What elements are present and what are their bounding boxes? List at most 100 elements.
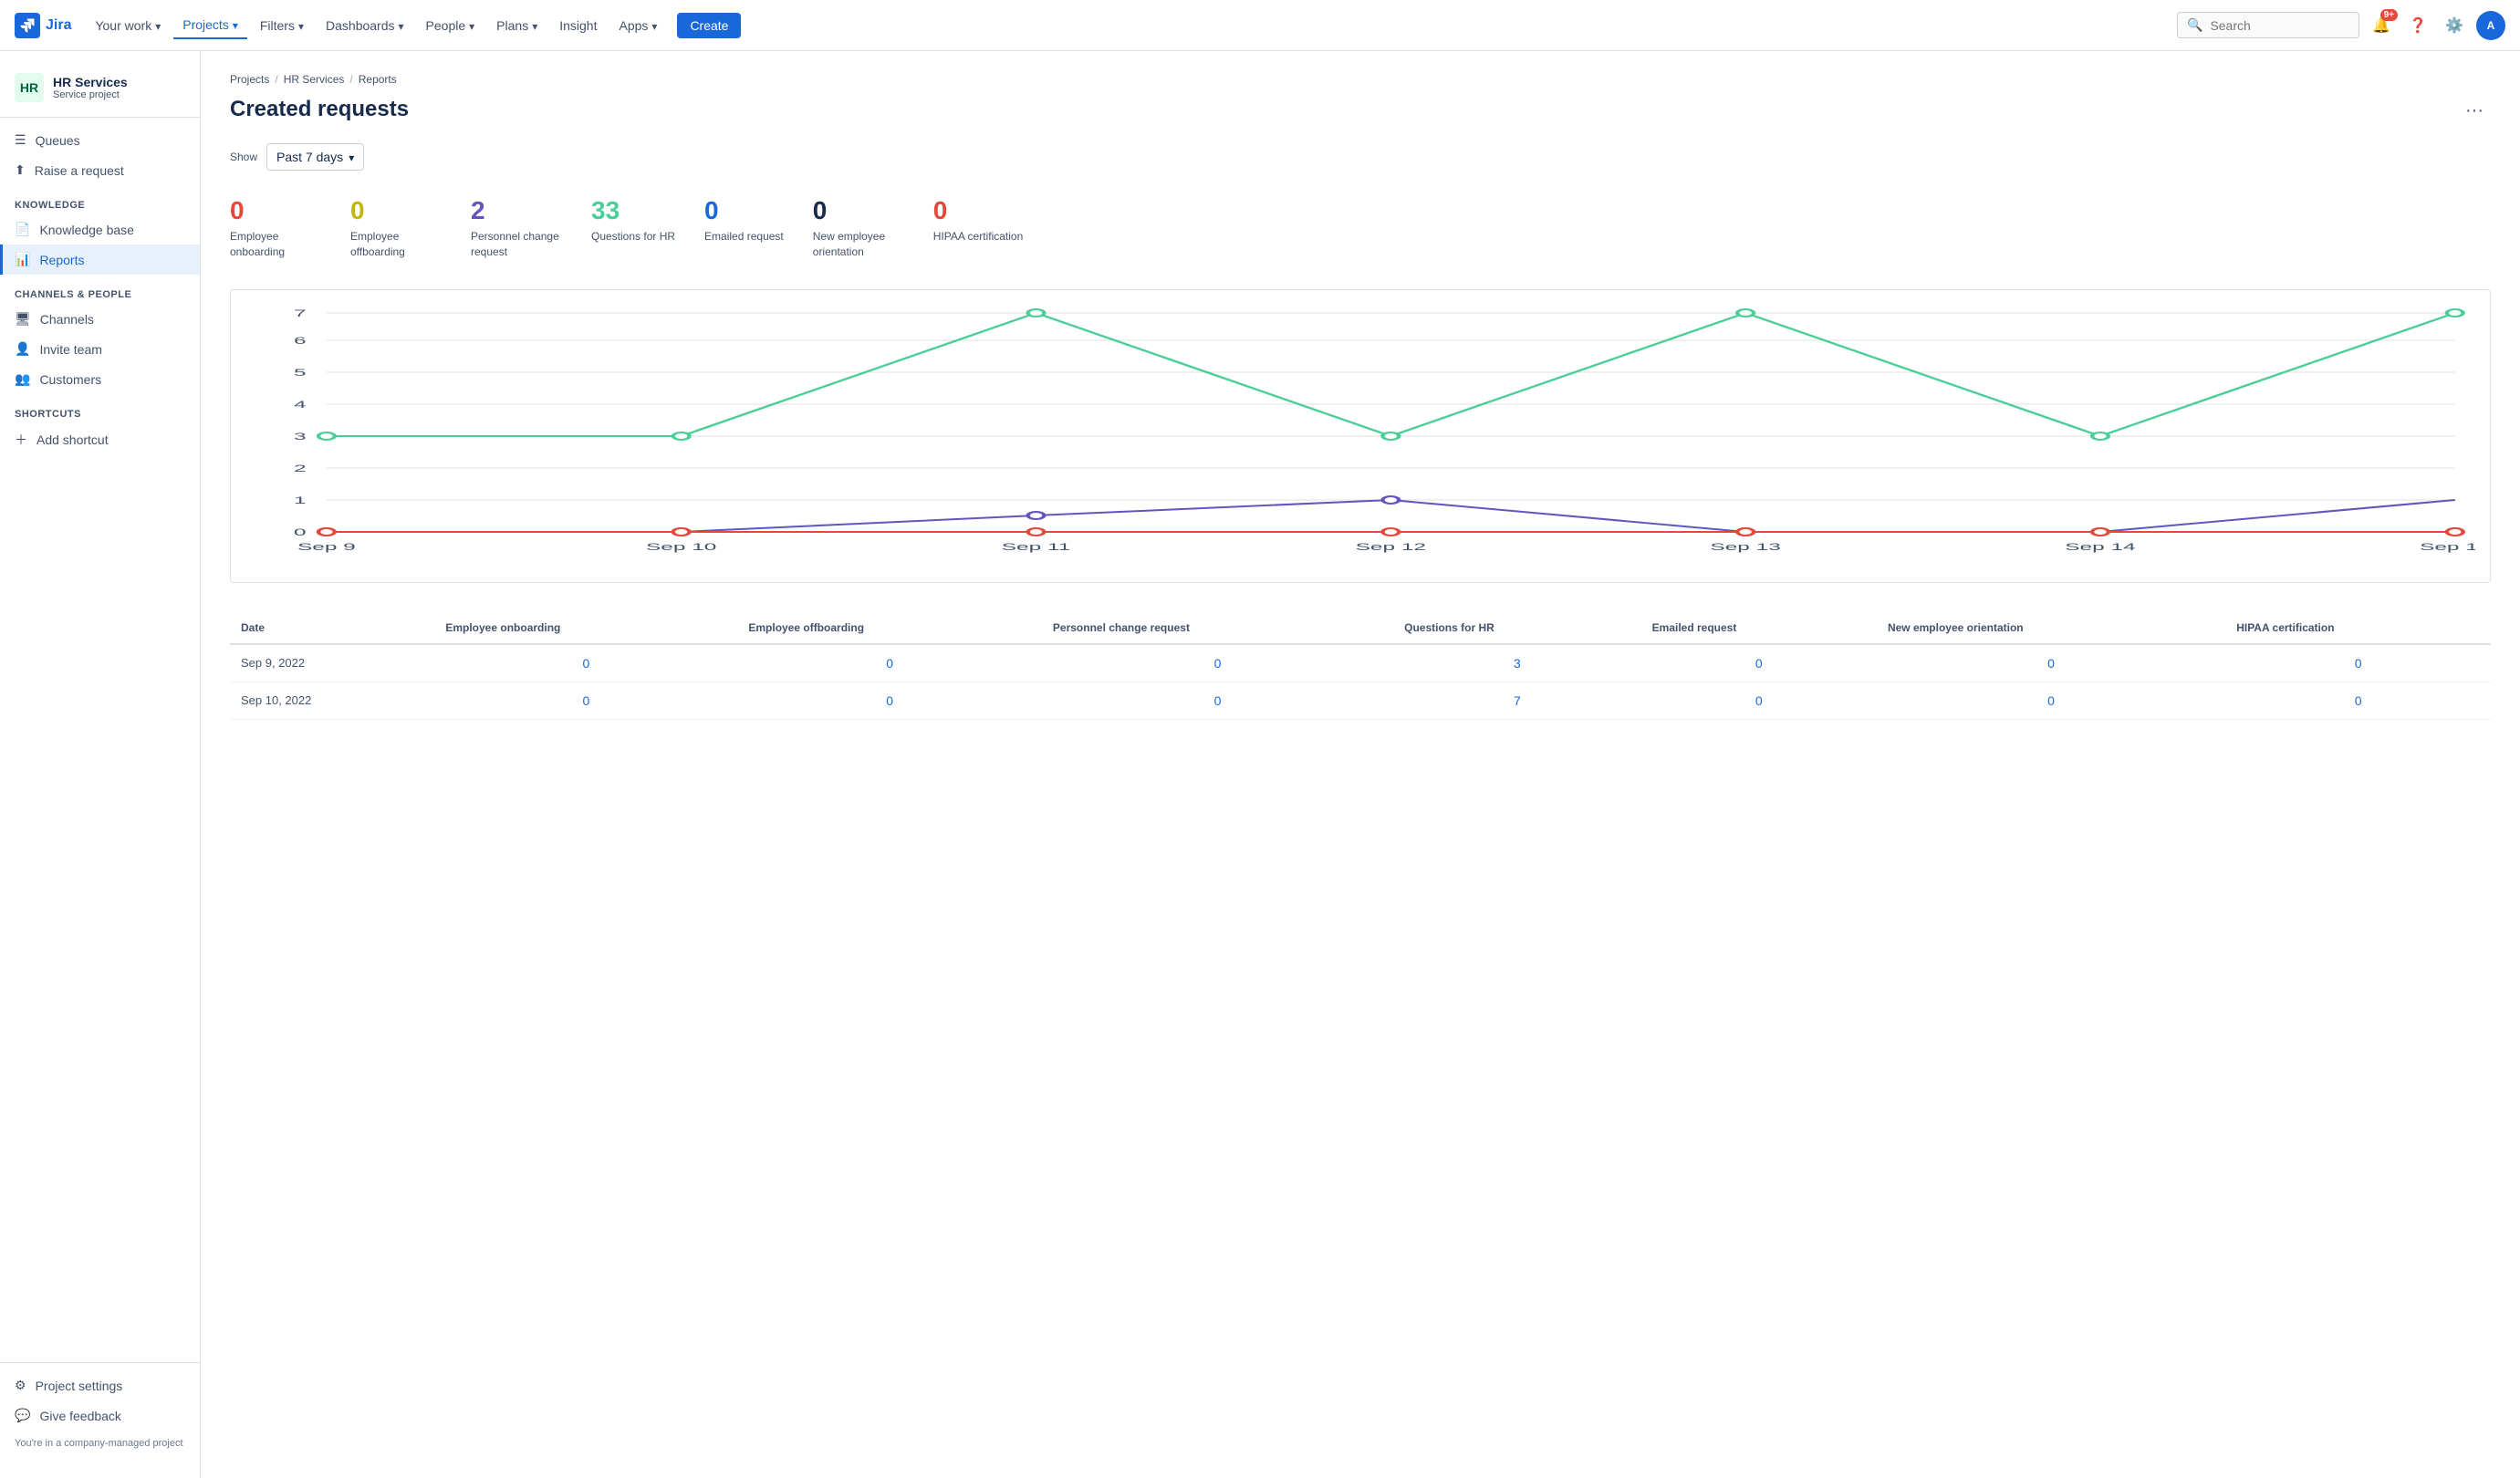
sidebar-item-raise-request[interactable]: ⬆ Raise a request bbox=[0, 155, 200, 185]
breadcrumb: Projects / HR Services / Reports bbox=[230, 73, 2491, 86]
nav-your-work[interactable]: Your work bbox=[86, 13, 170, 38]
nav-plans[interactable]: Plans bbox=[487, 13, 547, 38]
data-table: Date Employee onboarding Employee offboa… bbox=[230, 612, 2491, 720]
knowledge-section-label: KNOWLEDGE bbox=[0, 185, 200, 214]
search-input[interactable] bbox=[2210, 18, 2347, 33]
stat-emailed-request-number: 0 bbox=[704, 196, 784, 225]
svg-text:3: 3 bbox=[294, 431, 307, 442]
show-label: Show bbox=[230, 151, 257, 163]
customers-label: Customers bbox=[39, 372, 101, 387]
sidebar-item-queues[interactable]: ☰ Queues bbox=[0, 125, 200, 155]
queues-icon: ☰ bbox=[15, 132, 26, 148]
svg-text:Sep 9: Sep 9 bbox=[297, 541, 356, 552]
sidebar-item-project-settings[interactable]: ⚙ Project settings bbox=[0, 1370, 200, 1400]
channels-icon: 🖥 bbox=[15, 311, 31, 327]
give-feedback-label: Give feedback bbox=[39, 1409, 121, 1423]
col-emailed-request: Emailed request bbox=[1641, 612, 1877, 644]
row-1-new-emp: 0 bbox=[1877, 644, 2225, 682]
nav-apps[interactable]: Apps bbox=[609, 13, 666, 38]
row-1-offboarding: 0 bbox=[737, 644, 1042, 682]
sidebar-item-reports[interactable]: 📊 Reports bbox=[0, 245, 200, 275]
stat-personnel-change-label: Personnel change request bbox=[471, 229, 562, 260]
row-1-hipaa: 0 bbox=[2225, 644, 2491, 682]
breadcrumb-sep-2: / bbox=[349, 73, 352, 86]
logo[interactable]: Jira bbox=[15, 13, 71, 38]
svg-text:6: 6 bbox=[294, 335, 307, 346]
channels-people-section-label: CHANNELS & PEOPLE bbox=[0, 275, 200, 304]
chart-area: 0 1 2 3 4 5 6 7 8 Sep 9 Sep 10 Sep 11 Se… bbox=[245, 308, 2475, 564]
row-2-questions: 7 bbox=[1393, 682, 1641, 719]
search-box[interactable]: 🔍 bbox=[2177, 12, 2359, 38]
stat-questions-for-hr: 33 Questions for HR bbox=[591, 196, 675, 260]
nav-insight[interactable]: Insight bbox=[550, 13, 606, 38]
stat-hipaa-number: 0 bbox=[933, 196, 1023, 225]
sidebar-footer: ⚙ Project settings 💬 Give feedback You'r… bbox=[0, 1362, 200, 1463]
top-navigation: Jira Your work Projects Filters Dashboar… bbox=[0, 0, 2520, 51]
stat-personnel-change: 2 Personnel change request bbox=[471, 196, 562, 260]
svg-text:Sep 10: Sep 10 bbox=[646, 541, 716, 552]
period-dropdown[interactable]: Past 7 days bbox=[266, 143, 364, 171]
svg-text:5: 5 bbox=[294, 367, 307, 378]
raise-request-label: Raise a request bbox=[35, 163, 124, 178]
more-options-button[interactable]: ··· bbox=[2458, 97, 2491, 125]
sidebar-project-header: HR HR Services Service project bbox=[0, 66, 200, 118]
settings-button[interactable]: ⚙️ bbox=[2440, 11, 2469, 40]
table-row: Sep 9, 2022 0 0 0 3 0 0 0 bbox=[230, 644, 2491, 682]
col-employee-onboarding: Employee onboarding bbox=[434, 612, 737, 644]
stat-emailed-request-label: Emailed request bbox=[704, 229, 784, 245]
breadcrumb-projects[interactable]: Projects bbox=[230, 73, 269, 86]
project-settings-label: Project settings bbox=[36, 1379, 123, 1393]
sidebar-item-customers[interactable]: 👥 Customers bbox=[0, 364, 200, 394]
period-label: Past 7 days bbox=[276, 150, 343, 164]
reports-label: Reports bbox=[39, 253, 84, 267]
stat-hipaa-label: HIPAA certification bbox=[933, 229, 1023, 245]
sidebar-item-knowledge-base[interactable]: 📄 Knowledge base bbox=[0, 214, 200, 245]
invite-team-icon: 👤 bbox=[15, 341, 30, 357]
sidebar-item-give-feedback[interactable]: 💬 Give feedback bbox=[0, 1400, 200, 1431]
search-icon: 🔍 bbox=[2187, 17, 2202, 33]
raise-request-icon: ⬆ bbox=[15, 162, 26, 178]
create-button[interactable]: Create bbox=[677, 13, 741, 38]
main-content: Projects / HR Services / Reports Created… bbox=[201, 51, 2520, 1478]
svg-text:1: 1 bbox=[294, 494, 307, 505]
col-questions-hr: Questions for HR bbox=[1393, 612, 1641, 644]
breadcrumb-hr-services[interactable]: HR Services bbox=[284, 73, 345, 86]
col-hipaa: HIPAA certification bbox=[2225, 612, 2491, 644]
help-button[interactable]: ❓ bbox=[2403, 11, 2432, 40]
table-row: Sep 10, 2022 0 0 0 7 0 0 0 bbox=[230, 682, 2491, 719]
stat-personnel-change-number: 2 bbox=[471, 196, 562, 225]
sidebar-item-invite-team[interactable]: 👤 Invite team bbox=[0, 334, 200, 364]
sidebar-item-add-shortcut[interactable]: ＋ Add shortcut bbox=[0, 423, 200, 456]
notification-badge: 9+ bbox=[2380, 9, 2398, 21]
svg-text:Sep 13: Sep 13 bbox=[1710, 541, 1780, 552]
svg-text:Sep 11: Sep 11 bbox=[1002, 541, 1071, 552]
row-2-new-emp: 0 bbox=[1877, 682, 2225, 719]
avatar[interactable]: A bbox=[2476, 11, 2505, 40]
topnav-right: 🔍 🔔 9+ ❓ ⚙️ A bbox=[2177, 11, 2505, 40]
stat-new-emp-orientation-label: New employee orientation bbox=[813, 229, 904, 260]
nav-dashboards[interactable]: Dashboards bbox=[317, 13, 413, 38]
show-filter-row: Show Past 7 days bbox=[230, 143, 2491, 171]
row-2-date: Sep 10, 2022 bbox=[230, 682, 434, 719]
project-name: HR Services bbox=[53, 75, 128, 89]
shortcuts-section-label: SHORTCUTS bbox=[0, 394, 200, 423]
nav-projects[interactable]: Projects bbox=[173, 12, 247, 39]
add-shortcut-label: Add shortcut bbox=[36, 432, 109, 447]
nav-filters[interactable]: Filters bbox=[251, 13, 313, 38]
channels-label: Channels bbox=[40, 312, 94, 327]
notifications-button[interactable]: 🔔 9+ bbox=[2367, 11, 2396, 40]
stat-employee-onboarding-number: 0 bbox=[230, 196, 321, 225]
svg-text:Sep 15: Sep 15 bbox=[2420, 541, 2475, 552]
project-icon: HR bbox=[15, 73, 44, 102]
row-2-offboarding: 0 bbox=[737, 682, 1042, 719]
nav-people[interactable]: People bbox=[417, 13, 484, 38]
svg-text:Sep 14: Sep 14 bbox=[2065, 541, 2135, 552]
stat-new-emp-orientation-number: 0 bbox=[813, 196, 904, 225]
svg-text:7: 7 bbox=[294, 308, 307, 319]
row-1-personnel: 0 bbox=[1042, 644, 1393, 682]
svg-text:0: 0 bbox=[294, 526, 307, 537]
row-2-onboarding: 0 bbox=[434, 682, 737, 719]
stat-questions-hr-label: Questions for HR bbox=[591, 229, 675, 245]
stat-questions-hr-number: 33 bbox=[591, 196, 675, 225]
sidebar-item-channels[interactable]: 🖥 Channels bbox=[0, 304, 200, 334]
